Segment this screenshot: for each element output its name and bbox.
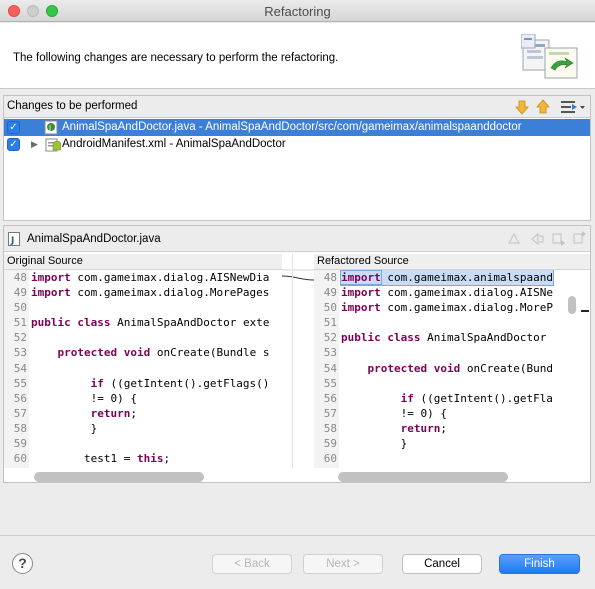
previous-change-up-arrow-icon[interactable] xyxy=(534,98,552,116)
next-difference-icon[interactable] xyxy=(551,231,567,247)
cancel-button[interactable]: Cancel xyxy=(402,554,482,574)
change-item-java-label: AnimalSpaAndDoctor.java - AnimalSpaAndDo… xyxy=(62,121,522,133)
code-line: import com.gameimax.dialog.AISNewDia xyxy=(31,271,270,284)
code-line: return; xyxy=(90,406,137,420)
title-bar: Refactoring xyxy=(0,0,595,22)
back-button[interactable]: < Back xyxy=(212,554,292,574)
code-line: } xyxy=(341,437,408,451)
svg-text:J: J xyxy=(48,124,51,132)
code-line: import com.gameimax.dialog.AISNe xyxy=(341,286,553,300)
svg-text:J: J xyxy=(10,236,14,246)
changes-panel: Changes to be performed ✓ J AnimalSpaAnd… xyxy=(3,95,591,221)
code-line: import com.gameimax.animalspaand xyxy=(340,270,554,287)
code-line: public class AnimalSpaAndDoctor exte xyxy=(31,316,270,330)
code-line: test1 = this; xyxy=(31,452,171,466)
refactoring-wizard-icon xyxy=(521,34,578,79)
expand-arrow-icon[interactable]: ▶ xyxy=(31,139,38,150)
next-button[interactable]: Next > xyxy=(303,554,383,574)
change-item-manifest-label: AndroidManifest.xml - AnimalSpaAndDoctor xyxy=(62,138,286,150)
code-line: != 0) { xyxy=(31,391,137,405)
window-title: Refactoring xyxy=(264,4,331,19)
code-line: if ((getIntent().getFla xyxy=(400,391,553,405)
original-horizontal-scrollbar[interactable] xyxy=(34,472,204,482)
changes-panel-header: Changes to be performed xyxy=(4,96,590,118)
wizard-header: The following changes are necessary to p… xyxy=(0,23,595,89)
code-line: import com.gameimax.dialog.MoreP xyxy=(341,301,553,315)
change-item-manifest[interactable]: ✓ ▶ AndroidManifest.xml - AnimalSpaAndDo… xyxy=(4,136,590,153)
code-line: protected void onCreate(Bundle s xyxy=(57,346,270,360)
help-button[interactable]: ? xyxy=(12,553,33,574)
button-bar-separator xyxy=(0,535,595,536)
copy-all-left-icon[interactable] xyxy=(506,231,522,247)
java-file-icon: J xyxy=(8,232,20,246)
original-source-label: Original Source xyxy=(4,254,282,270)
header-message: The following changes are necessary to p… xyxy=(13,52,339,64)
overview-ruler-marker xyxy=(581,310,589,312)
code-line: if ((getIntent().getFlags() xyxy=(90,376,270,390)
code-line: import com.gameimax.dialog.MorePages xyxy=(31,286,270,300)
compare-viewer-header: J AnimalSpaAndDoctor.java xyxy=(4,226,590,252)
code-line: } xyxy=(31,421,98,435)
java-file-icon: J xyxy=(44,120,58,135)
original-code: import com.gameimax.dialog.AISNewDia impo… xyxy=(31,270,269,466)
original-source-pane[interactable]: 48 49 50 51 52 53 54 55 56 57 58 59 60 i… xyxy=(4,270,282,468)
compare-file-title: AnimalSpaAndDoctor.java xyxy=(27,233,161,245)
refactored-line-numbers: 48 49 50 51 52 53 54 55 56 57 58 59 60 xyxy=(314,270,339,468)
original-line-numbers: 48 49 50 51 52 53 54 55 56 57 58 59 60 xyxy=(4,270,29,468)
changes-panel-title: Changes to be performed xyxy=(7,100,138,112)
code-line: != 0) { xyxy=(341,406,447,420)
change-item-manifest-checkbox[interactable]: ✓ xyxy=(7,138,20,151)
refactored-source-pane[interactable]: 48 49 50 51 52 53 54 55 56 57 58 59 60 i… xyxy=(314,270,564,468)
change-item-java[interactable]: ✓ J AnimalSpaAndDoctor.java - AnimalSpaA… xyxy=(4,119,590,136)
code-line: protected void onCreate(Bund xyxy=(367,361,553,375)
copy-current-left-icon[interactable] xyxy=(529,231,545,247)
refactored-source-label: Refactored Source xyxy=(314,254,590,270)
filter-changes-dropdown-icon[interactable] xyxy=(559,98,587,116)
change-item-java-checkbox[interactable]: ✓ xyxy=(7,121,20,134)
refactored-code: import com.gameimax.animalspaand import c… xyxy=(340,270,554,466)
code-line: public class AnimalSpaAndDoctor xyxy=(341,331,547,345)
diff-connector xyxy=(282,254,314,468)
finish-button[interactable]: Finish xyxy=(499,554,580,574)
next-change-down-arrow-icon[interactable] xyxy=(513,98,531,116)
refactored-horizontal-scrollbar[interactable] xyxy=(338,472,508,482)
refactored-vertical-scrollbar[interactable] xyxy=(568,296,576,314)
previous-difference-icon[interactable] xyxy=(572,231,588,247)
code-line: return; xyxy=(400,421,447,435)
android-manifest-icon xyxy=(45,138,61,152)
compare-viewer: J AnimalSpaAndDoctor.java Original Sourc… xyxy=(3,225,591,483)
